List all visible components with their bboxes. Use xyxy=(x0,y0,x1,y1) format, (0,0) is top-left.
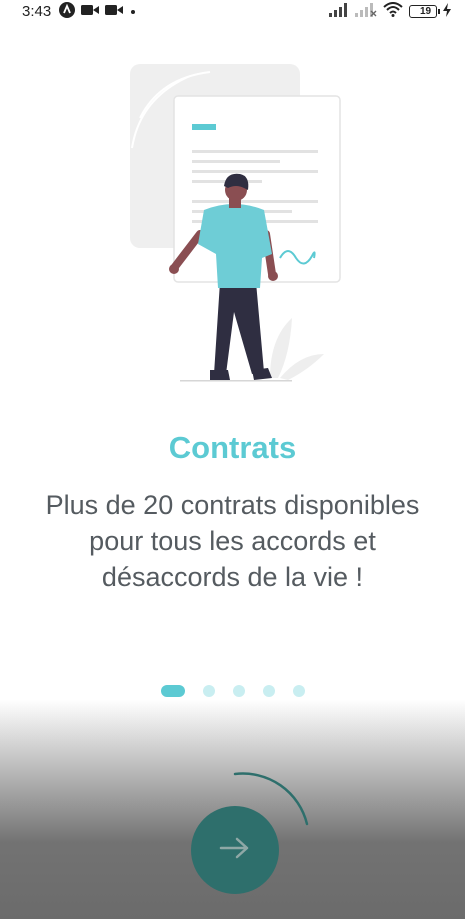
contract-illustration xyxy=(130,64,341,382)
page-dot-3[interactable] xyxy=(232,685,245,697)
page-dot-1[interactable] xyxy=(160,685,185,697)
charging-icon xyxy=(443,2,451,20)
assistant-icon xyxy=(59,1,76,21)
page-dot-5[interactable] xyxy=(292,685,305,697)
status-time: 3:43 xyxy=(22,2,52,20)
arrow-right-icon xyxy=(218,836,252,865)
onboarding-description: Plus de 20 contrats disponibles pour tou… xyxy=(45,490,420,592)
video-icon xyxy=(81,3,100,19)
battery-icon: 19 xyxy=(409,4,440,18)
status-bar-right: 19 xyxy=(329,2,451,20)
signal-off-icon xyxy=(355,2,377,20)
status-bar: 3:43 19 xyxy=(0,0,465,22)
next-button[interactable] xyxy=(191,806,279,894)
battery-level: 19 xyxy=(419,5,432,17)
status-bar-left: 3:43 xyxy=(22,1,137,21)
page-dot-2[interactable] xyxy=(202,685,215,697)
page-indicator xyxy=(0,685,465,697)
video-icon xyxy=(105,3,124,19)
dot-icon xyxy=(129,3,137,19)
wifi-icon xyxy=(383,2,403,20)
page-dot-4[interactable] xyxy=(262,685,275,697)
onboarding-title: Contrats xyxy=(168,430,297,465)
signal-icon xyxy=(329,2,349,20)
